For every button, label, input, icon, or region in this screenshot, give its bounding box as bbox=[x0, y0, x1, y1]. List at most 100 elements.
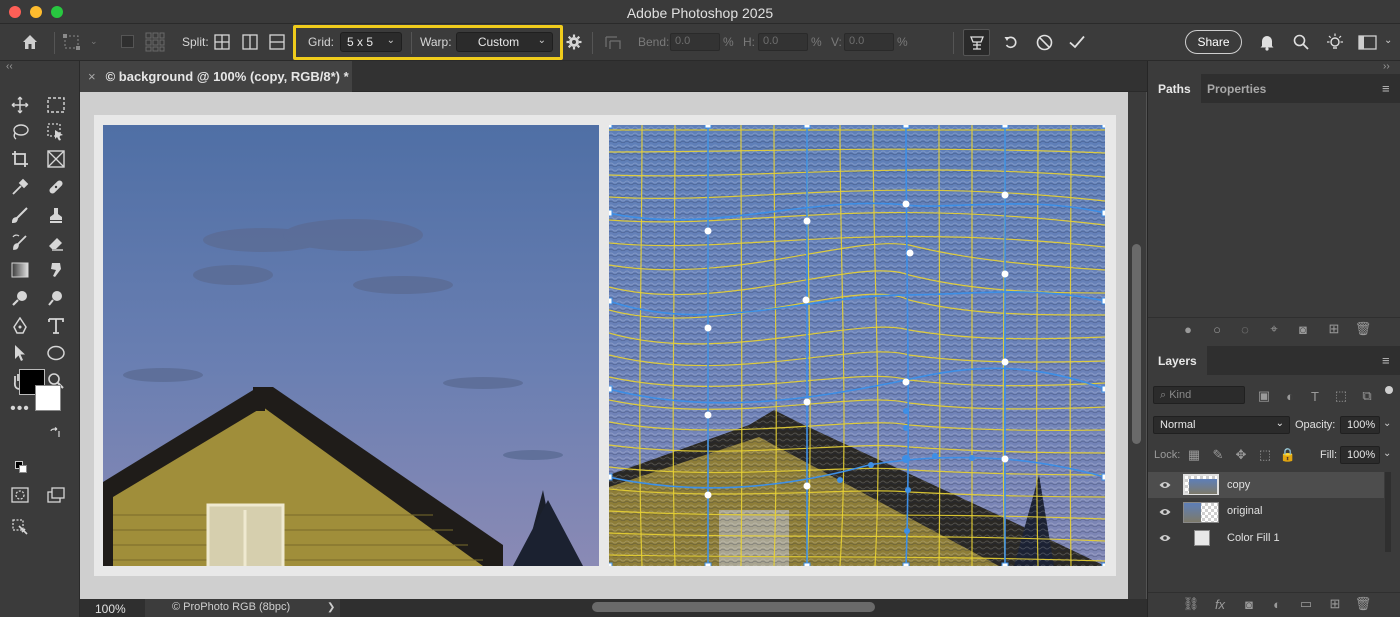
new-path-icon[interactable]: ⊞ bbox=[1327, 321, 1341, 336]
frame-tool-icon[interactable] bbox=[45, 148, 67, 170]
document-profile[interactable]: © ProPhoto RGB (8bpc) bbox=[145, 599, 340, 617]
collapse-toolbar-icon[interactable]: ‹‹ bbox=[6, 61, 13, 72]
split-vertical-icon[interactable] bbox=[241, 33, 259, 51]
document-tab[interactable]: × © background @ 100% (copy, RGB/8*) * bbox=[80, 61, 352, 92]
crop-tool-icon[interactable] bbox=[9, 148, 31, 170]
delete-path-icon[interactable]: 🗑 bbox=[1355, 321, 1372, 336]
eraser-tool-icon[interactable] bbox=[45, 232, 67, 254]
h-field[interactable]: 0.0 bbox=[758, 33, 808, 51]
lasso-tool-icon[interactable] bbox=[9, 121, 31, 143]
filter-shape-icon[interactable]: ⬚ bbox=[1334, 388, 1348, 403]
layer-thumbnail[interactable] bbox=[1183, 502, 1219, 523]
dodge-tool-icon[interactable] bbox=[9, 287, 31, 309]
lock-position-icon[interactable]: ✥ bbox=[1234, 447, 1248, 462]
background-color-swatch[interactable] bbox=[35, 385, 61, 411]
bend-field[interactable]: 0.0 bbox=[670, 33, 720, 51]
horizontal-scroll-thumb[interactable] bbox=[592, 602, 875, 612]
more-tools-icon[interactable]: ••• bbox=[9, 398, 31, 420]
chevron-down-icon[interactable]: ⌄ bbox=[90, 36, 98, 47]
filter-toggle[interactable] bbox=[1385, 386, 1393, 394]
blend-mode-select[interactable]: Normal ⌄ bbox=[1153, 416, 1290, 434]
tab-properties[interactable]: Properties bbox=[1197, 74, 1276, 103]
gradient-tool-icon[interactable] bbox=[9, 259, 31, 281]
fill-path-icon[interactable]: ● bbox=[1181, 322, 1195, 337]
home-icon[interactable] bbox=[20, 32, 40, 52]
commit-check-icon[interactable] bbox=[1068, 33, 1086, 51]
warped-photo[interactable] bbox=[609, 125, 1105, 566]
fx-icon[interactable]: fx bbox=[1213, 597, 1227, 612]
type-tool-icon[interactable] bbox=[45, 315, 67, 337]
fill-chevron-icon[interactable]: ⌄ bbox=[1383, 448, 1391, 459]
warp-transform-icon[interactable] bbox=[62, 33, 82, 51]
v-field[interactable]: 0.0 bbox=[844, 33, 894, 51]
tab-layers[interactable]: Layers bbox=[1148, 346, 1207, 375]
warp-orientation-icon[interactable] bbox=[603, 33, 623, 51]
filter-smart-object-icon[interactable]: ⧉ bbox=[1360, 388, 1374, 403]
new-layer-icon[interactable]: ⊞ bbox=[1328, 596, 1342, 611]
search-icon[interactable] bbox=[1292, 33, 1310, 51]
history-brush-tool-icon[interactable] bbox=[9, 232, 31, 254]
cancel-icon[interactable] bbox=[1035, 33, 1053, 51]
lock-all-icon[interactable]: 🔒 bbox=[1280, 447, 1296, 462]
panel-menu-icon[interactable]: ≡ bbox=[1382, 81, 1390, 96]
chevron-down-icon[interactable]: ⌄ bbox=[1384, 35, 1392, 46]
undo-icon[interactable] bbox=[1002, 33, 1020, 51]
layers-menu-icon[interactable]: ≡ bbox=[1382, 353, 1390, 368]
screen-mode-icon[interactable] bbox=[45, 484, 67, 506]
filter-pixel-icon[interactable]: ▣ bbox=[1257, 388, 1271, 403]
eyedropper-tool-icon[interactable] bbox=[9, 176, 31, 198]
edit-toolbar-icon[interactable] bbox=[9, 516, 31, 538]
lightbulb-icon[interactable] bbox=[1326, 32, 1344, 52]
kind-filter-select[interactable]: ⌕ Kind bbox=[1153, 386, 1245, 404]
adjustment-layer-icon[interactable]: ◐ bbox=[1270, 597, 1284, 612]
close-tab-icon[interactable]: × bbox=[88, 69, 96, 84]
brush-tool-icon[interactable] bbox=[9, 204, 31, 226]
visibility-eye-icon[interactable] bbox=[1159, 480, 1171, 490]
reference-point-grid-icon[interactable] bbox=[145, 32, 165, 52]
visibility-eye-icon[interactable] bbox=[1159, 507, 1171, 517]
profile-chevron-icon[interactable]: ❯ bbox=[327, 602, 335, 613]
layer-name[interactable]: copy bbox=[1227, 479, 1250, 491]
opacity-field[interactable]: 100% bbox=[1340, 416, 1380, 434]
filter-adjustment-icon[interactable]: ◐ bbox=[1283, 389, 1297, 404]
bell-icon[interactable] bbox=[1258, 33, 1276, 51]
make-work-path-icon[interactable]: ⌖ bbox=[1267, 321, 1281, 336]
load-selection-icon[interactable]: ◌ bbox=[1238, 322, 1252, 337]
visibility-eye-icon[interactable] bbox=[1159, 533, 1171, 543]
collapse-panels-icon[interactable]: ›› bbox=[1383, 61, 1390, 72]
add-mask-icon[interactable]: ◙ bbox=[1242, 597, 1256, 612]
smudge-tool-icon[interactable] bbox=[45, 259, 67, 281]
add-mask-icon[interactable]: ◙ bbox=[1296, 322, 1310, 337]
filter-type-icon[interactable]: T bbox=[1308, 389, 1322, 404]
share-button[interactable]: Share bbox=[1185, 30, 1242, 54]
lock-pixels-icon[interactable]: ✎ bbox=[1211, 447, 1225, 462]
move-tool-icon[interactable] bbox=[9, 94, 31, 116]
reference-point-checkbox[interactable] bbox=[121, 35, 134, 48]
split-horizontal-icon[interactable] bbox=[268, 33, 286, 51]
layer-name[interactable]: original bbox=[1227, 505, 1262, 517]
vertical-scroll-thumb[interactable] bbox=[1132, 244, 1141, 444]
healing-brush-tool-icon[interactable] bbox=[45, 176, 67, 198]
path-selection-tool-icon[interactable] bbox=[9, 342, 31, 364]
original-photo[interactable] bbox=[103, 125, 599, 566]
color-fill-thumbnail[interactable] bbox=[1194, 530, 1210, 546]
layer-name[interactable]: Color Fill 1 bbox=[1227, 532, 1280, 544]
new-group-icon[interactable]: ▭ bbox=[1299, 596, 1313, 611]
zoom-level[interactable]: 100% bbox=[95, 602, 126, 616]
lock-artboard-icon[interactable]: ⬚ bbox=[1258, 447, 1272, 462]
ellipse-tool-icon[interactable] bbox=[45, 342, 67, 364]
delete-layer-icon[interactable]: 🗑 bbox=[1355, 596, 1372, 611]
gear-icon[interactable] bbox=[566, 34, 582, 50]
split-cross-icon[interactable] bbox=[213, 33, 231, 51]
layers-scroll-track[interactable] bbox=[1385, 472, 1391, 552]
pen-tool-icon[interactable] bbox=[9, 315, 31, 337]
fill-field[interactable]: 100% bbox=[1340, 446, 1380, 464]
object-selection-tool-icon[interactable] bbox=[45, 121, 67, 143]
link-layers-icon[interactable]: ⛓ bbox=[1183, 596, 1200, 611]
marquee-tool-icon[interactable] bbox=[45, 94, 67, 116]
swap-colors-icon[interactable] bbox=[48, 426, 62, 440]
opacity-chevron-icon[interactable]: ⌄ bbox=[1383, 418, 1391, 429]
tab-paths[interactable]: Paths bbox=[1148, 74, 1201, 103]
layer-thumbnail[interactable] bbox=[1183, 474, 1219, 495]
puppet-warp-icon[interactable] bbox=[963, 29, 990, 56]
